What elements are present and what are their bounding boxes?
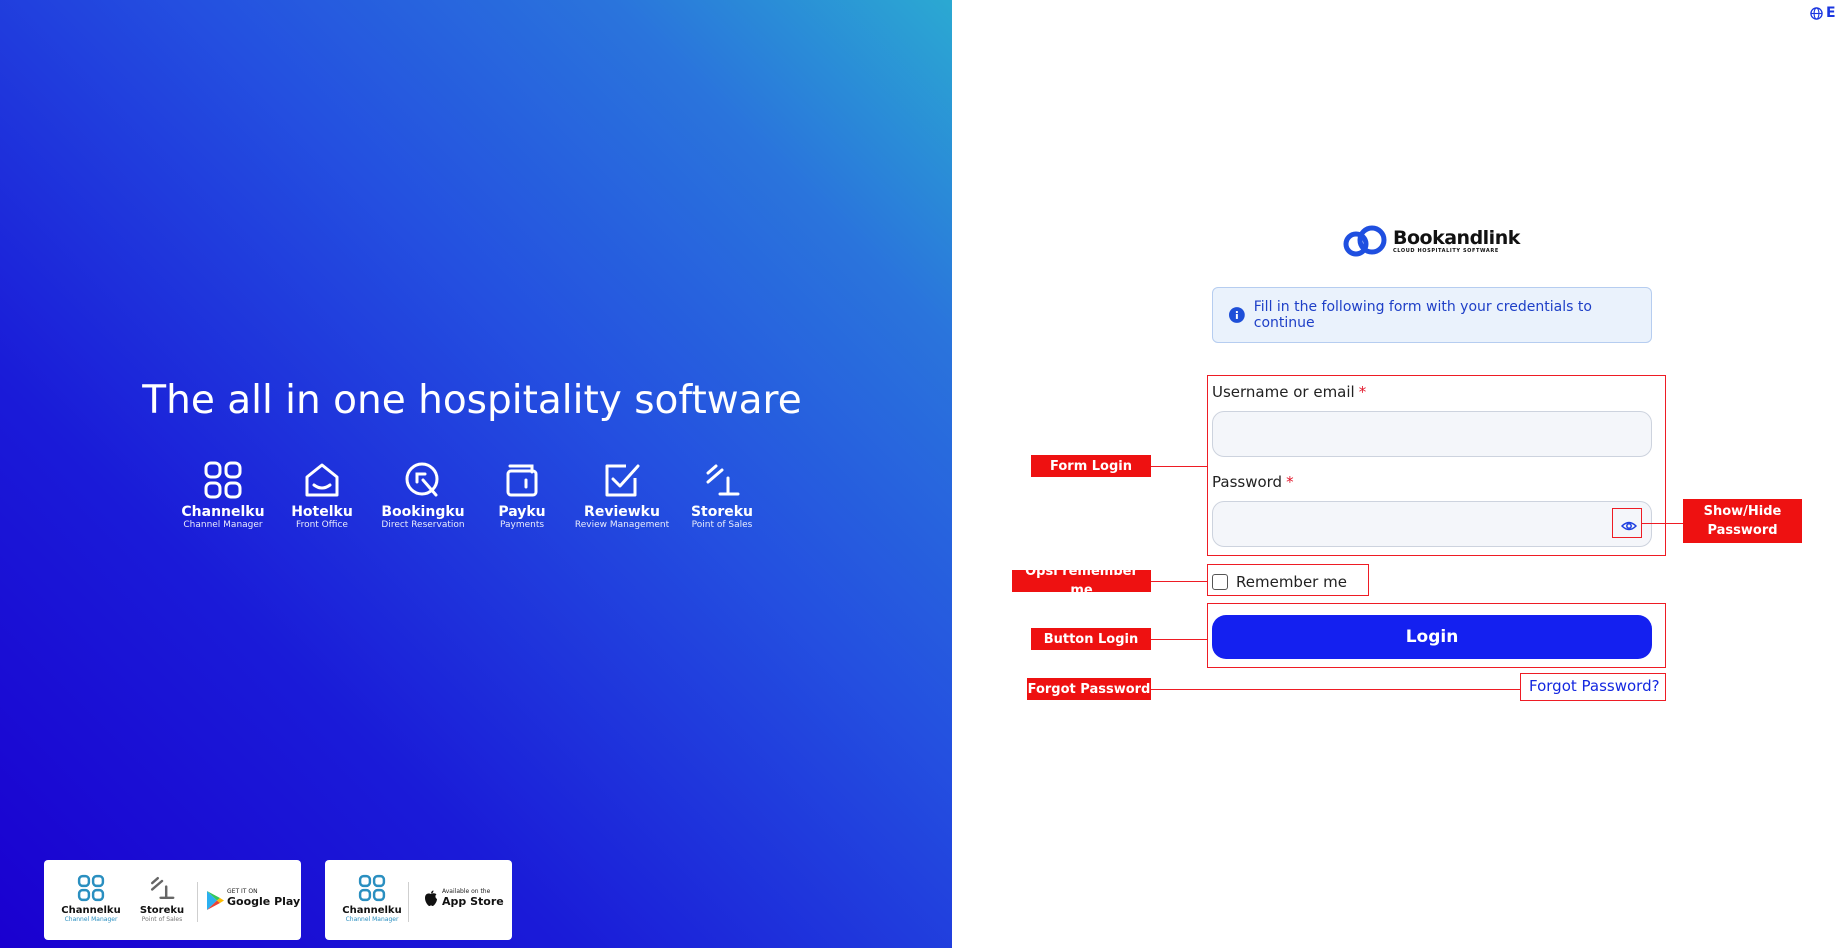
annotation-connector <box>1151 639 1207 640</box>
annotation-connector <box>1151 689 1520 690</box>
bookingku-icon <box>405 462 439 497</box>
bookandlink-logo: Bookandlink CLOUD HOSPITALITY SOFTWARE <box>1342 224 1520 258</box>
reviewku-icon <box>605 464 640 497</box>
annotation-connector <box>1151 466 1207 467</box>
google-play-card[interactable]: Channelku Channel Manager Storeku Point … <box>44 860 301 940</box>
product-storeku: Storeku Point of Sales <box>662 460 782 531</box>
card-divider <box>408 882 409 922</box>
annotation-label-remember-option: Opsi remember me <box>1012 564 1151 598</box>
globe-icon <box>1810 6 1823 20</box>
payku-icon <box>506 464 538 497</box>
annotation-box-show-hide <box>1612 508 1642 538</box>
product-name: Storeku <box>690 504 754 520</box>
badge-store-name: App Store <box>442 895 504 908</box>
info-alert: Fill in the following form with your cre… <box>1212 287 1652 343</box>
logo-brand: Bookandlink <box>1393 227 1520 249</box>
annotation-box-forgot-password <box>1520 673 1666 701</box>
channelku-icon <box>77 874 105 902</box>
info-circle-icon <box>1229 307 1245 323</box>
language-switcher[interactable]: E <box>1810 5 1836 21</box>
product-list: Channelku Channel Manager Hotelku Front … <box>0 460 952 540</box>
annotation-box-button-login <box>1207 603 1666 668</box>
hero-panel: The all in one hospitality software Chan… <box>0 0 952 948</box>
annotation-connector <box>1151 581 1207 582</box>
card-app-subtitle: Channel Manager <box>345 916 399 923</box>
app-store-badge: Available on the App Store <box>442 888 504 908</box>
app-store-card[interactable]: Channelku Channel Manager Available on t… <box>325 860 512 940</box>
card-app-channelku: Channelku Channel Manager <box>56 874 126 924</box>
badge-caption: Available on the <box>442 888 491 895</box>
card-app-subtitle: Channel Manager <box>64 916 118 923</box>
card-app-name: Channelku <box>61 905 121 916</box>
hero-headline: The all in one hospitality software <box>142 378 802 423</box>
badge-store-name: Google Play <box>227 895 301 908</box>
card-app-channelku: Channelku Channel Manager <box>337 874 407 924</box>
channelku-icon <box>358 874 386 902</box>
annotation-label-show-hide-password: Show/Hide Password <box>1683 499 1802 543</box>
annotation-box-form-login <box>1207 375 1666 556</box>
apple-icon <box>425 890 437 906</box>
google-play-icon <box>207 891 224 910</box>
storeku-icon <box>706 464 740 496</box>
google-play-badge: GET IT ON Google Play <box>227 888 300 908</box>
language-label: E <box>1826 5 1836 21</box>
card-app-subtitle: Point of Sales <box>141 916 183 923</box>
annotation-box-remember <box>1207 564 1369 596</box>
card-app-name: Channelku <box>342 905 402 916</box>
cloud-logo-icon <box>1343 225 1387 257</box>
card-app-storeku: Storeku Point of Sales <box>127 874 197 924</box>
storeku-icon <box>150 876 175 900</box>
card-app-name: Storeku <box>139 905 185 916</box>
info-message: Fill in the following form with your cre… <box>1253 299 1592 331</box>
card-divider <box>197 882 198 922</box>
annotation-label-form-login: Form Login <box>1031 455 1151 477</box>
badge-caption: GET IT ON <box>227 888 258 895</box>
channelku-icon <box>204 461 242 499</box>
product-subtitle: Point of Sales <box>691 520 753 530</box>
annotation-connector <box>1642 523 1683 524</box>
annotation-label-button-login: Button Login <box>1031 628 1151 650</box>
hotelku-icon <box>305 463 339 497</box>
annotation-label-forgot-password: Forgot Password <box>1027 678 1151 700</box>
